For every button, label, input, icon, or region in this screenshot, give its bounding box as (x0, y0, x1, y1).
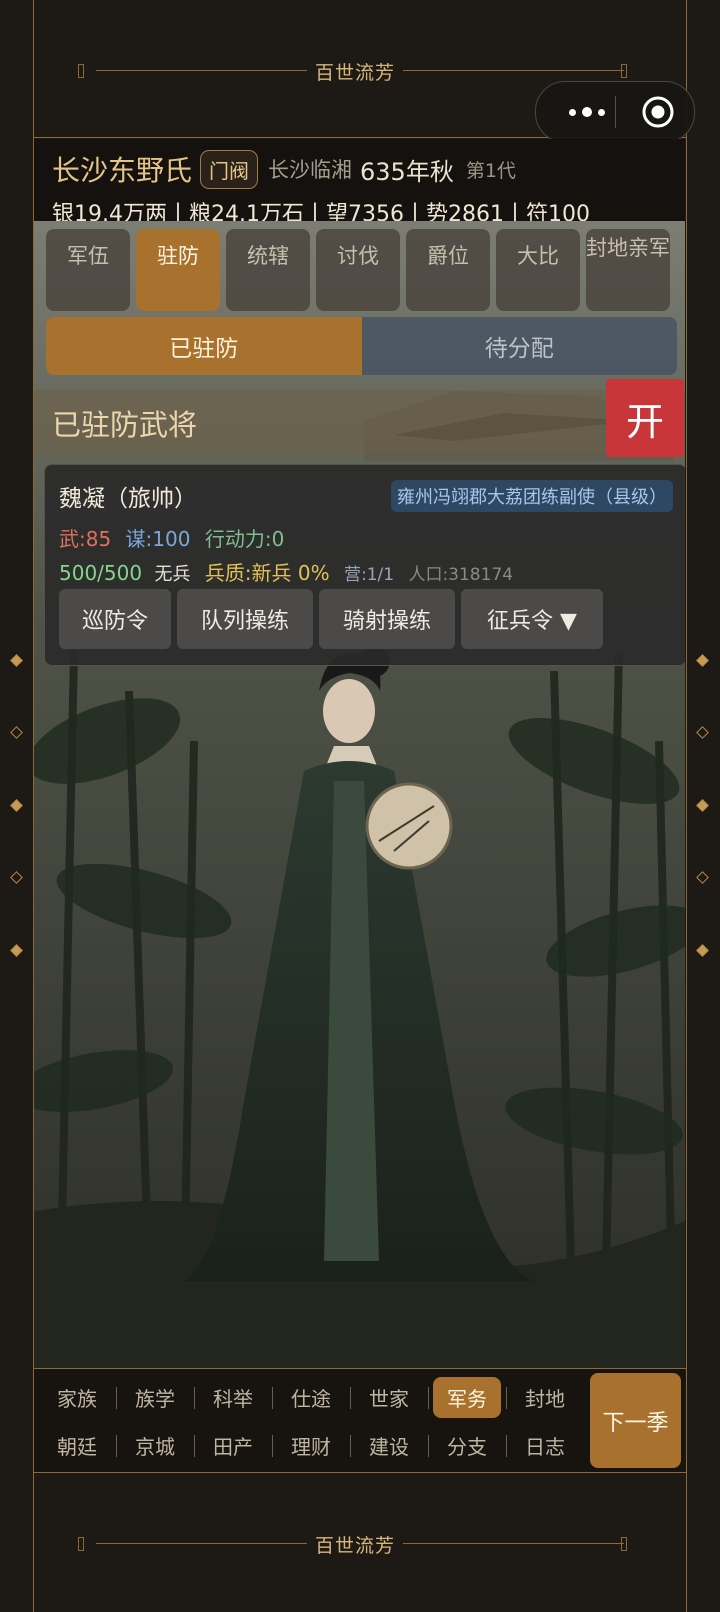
side-diamond (696, 654, 709, 667)
side-diamond (10, 944, 23, 957)
top-ornament-bracket-right (621, 64, 627, 78)
nav-clan-school[interactable]: 族学 (116, 1375, 194, 1419)
toggle-open-button[interactable]: 开 (606, 379, 684, 457)
bottom-ornament-bracket-left (78, 1537, 84, 1551)
side-diamond (696, 871, 709, 884)
family-name: 长沙东野氏 (52, 154, 193, 187)
tab-tournament[interactable]: 大比 (496, 229, 580, 311)
nav-family[interactable]: 家族 (38, 1375, 116, 1419)
general-action-row: 巡防令 队列操练 骑射操练 征兵令 ▼ (59, 589, 603, 649)
general-card: 魏凝（旅帅） 雍州冯翊郡大荔团练副使（县级） 武:85 谋:100 行动力:0 … (44, 464, 685, 666)
tab-army[interactable]: 军伍 (46, 229, 130, 311)
year-season: 635年秋 (360, 157, 454, 186)
general-stats-row: 武:85 谋:100 行动力:0 (59, 523, 284, 552)
general-name: 魏凝（旅帅） (59, 486, 197, 512)
troop-stats-row: 500/500 无兵 兵质:新兵 0% 营:1/1 人口:318174 (59, 557, 513, 586)
subtab-stationed[interactable]: 已驻防 (46, 317, 362, 375)
nav-noble-families[interactable]: 世家 (350, 1375, 428, 1419)
conscription-dropdown-button[interactable]: 征兵令 ▼ (461, 589, 603, 649)
nav-branches[interactable]: 分支 (428, 1423, 506, 1467)
nav-bottom-border (34, 1472, 686, 1473)
formation-drill-button[interactable]: 队列操练 (177, 589, 313, 649)
target-circle-icon[interactable] (641, 95, 675, 129)
nav-estates[interactable]: 田产 (194, 1423, 272, 1467)
nav-construction[interactable]: 建设 (350, 1423, 428, 1467)
side-diamond (10, 654, 23, 667)
rank-badge: 门阀 (200, 149, 259, 189)
nav-military[interactable]: 军务 (428, 1375, 506, 1419)
side-diamond (10, 871, 23, 884)
official-title-badge: 雍州冯翊郡大荔团练副使（县级） (391, 480, 673, 512)
capsule-divider (615, 96, 616, 128)
patrol-order-button[interactable]: 巡防令 (59, 589, 171, 649)
miniprogram-capsule (535, 81, 695, 143)
stationed-section-bar: 已驻防武将 (34, 390, 685, 454)
location-text: 长沙临湘 (268, 158, 353, 182)
more-dots-icon[interactable] (558, 82, 616, 142)
side-diamond (696, 799, 709, 812)
side-diamond (10, 799, 23, 812)
top-ornament-bracket-left (78, 64, 84, 78)
tab-campaign[interactable]: 讨伐 (316, 229, 400, 311)
nav-imperial-exam[interactable]: 科举 (194, 1375, 272, 1419)
military-panel: 军伍 驻防 统辖 讨伐 爵位 大比 封地亲军 已驻防 待分配 已驻防武将 开 魏… (34, 221, 685, 1369)
tab-nobility[interactable]: 爵位 (406, 229, 490, 311)
subtab-pending[interactable]: 待分配 (361, 317, 677, 375)
tab-garrison[interactable]: 驻防 (136, 229, 220, 311)
population-count: 人口:318174 (408, 565, 514, 585)
action-points-stat: 行动力:0 (204, 527, 285, 551)
nav-capital[interactable]: 京城 (116, 1423, 194, 1467)
generation-text: 第1代 (465, 159, 516, 182)
archery-drill-button[interactable]: 骑射操练 (319, 589, 455, 649)
force-stat: 武:85 (59, 527, 112, 551)
next-season-button[interactable]: 下一季 (590, 1373, 681, 1468)
nav-court[interactable]: 朝廷 (38, 1423, 116, 1467)
nav-log[interactable]: 日志 (506, 1423, 584, 1467)
troop-quality: 兵质:新兵 0% (204, 561, 330, 585)
strategy-stat: 谋:100 (125, 527, 191, 551)
side-diamond (696, 944, 709, 957)
bottom-ornament-bracket-right (621, 1537, 627, 1551)
nav-career[interactable]: 仕途 (272, 1375, 350, 1419)
family-header: 长沙东野氏 门阀 长沙临湘 635年秋 第1代 银19.4万两丨粮24.1万石丨… (34, 139, 685, 227)
nav-fief[interactable]: 封地 (506, 1375, 584, 1419)
troop-count: 500/500 (59, 561, 143, 585)
side-diamond (10, 726, 23, 739)
frame-right-line (686, 0, 687, 1612)
bottom-navigation: 家族 族学 科举 仕途 世家 军务 封地 朝廷 京城 田产 理财 建设 分支 日… (34, 1369, 685, 1472)
military-tab-row: 军伍 驻防 统辖 讨伐 爵位 大比 封地亲军 (46, 229, 670, 311)
tab-fief-guard[interactable]: 封地亲军 (586, 229, 670, 311)
nav-finance[interactable]: 理财 (272, 1423, 350, 1467)
bottom-seal-text: 百世流芳 (307, 1531, 404, 1558)
tab-command[interactable]: 统辖 (226, 229, 310, 311)
garrison-subtabs: 已驻防 待分配 (46, 317, 677, 375)
top-seal-text: 百世流芳 (307, 58, 404, 85)
section-title: 已驻防武将 (52, 408, 198, 442)
side-diamond (696, 726, 709, 739)
camp-count: 营:1/1 (344, 565, 395, 585)
troop-type: 无兵 (154, 564, 191, 585)
